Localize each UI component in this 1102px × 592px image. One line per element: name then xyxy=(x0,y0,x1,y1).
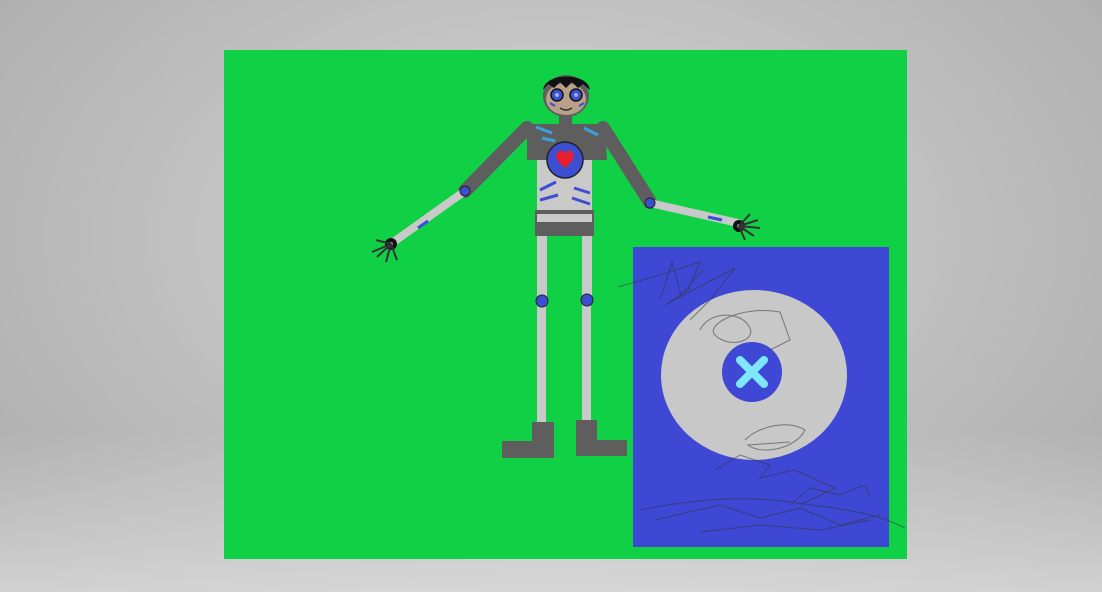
viewport xyxy=(0,0,1102,592)
left-knee-joint xyxy=(535,294,549,308)
left-thigh xyxy=(537,232,547,302)
right-knee-joint xyxy=(580,293,594,307)
left-shin xyxy=(537,304,546,424)
blue-panel xyxy=(617,247,906,547)
right-shin xyxy=(582,302,591,424)
scene-artwork xyxy=(224,50,907,559)
hip-band xyxy=(537,214,592,222)
right-thigh xyxy=(582,232,592,300)
right-elbow-joint xyxy=(644,197,656,209)
left-elbow-joint xyxy=(459,185,471,197)
hip-block xyxy=(535,210,594,236)
